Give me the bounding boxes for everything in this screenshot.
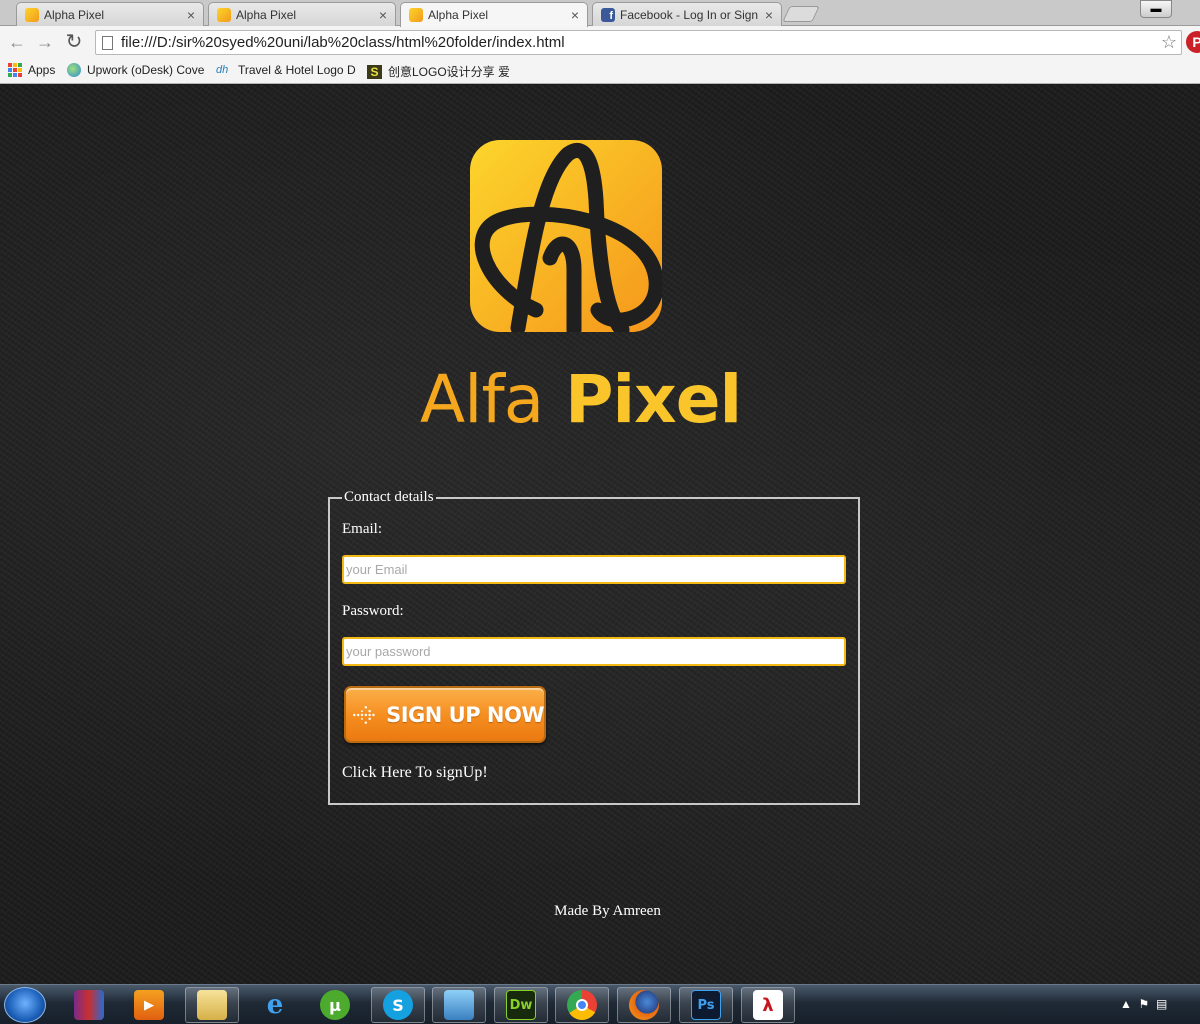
taskbar-chrome[interactable] [555,987,609,1023]
bookmark-logo-design[interactable]: S 创意LOGO设计分享 爱 [367,63,510,80]
taskbar-acrobat[interactable]: λ [741,987,795,1023]
taskbar-internet-explorer[interactable]: e [248,987,302,1023]
taskbar-media-player[interactable]: ▶ [122,987,176,1023]
photo-viewer-icon [444,990,474,1020]
tab-close-icon[interactable]: × [187,7,195,23]
brand-wordmark: Alfa Pixel [420,360,742,440]
tab-close-icon[interactable]: × [379,7,387,23]
tab-title: Alpha Pixel [44,7,105,22]
footer-credit: Made By Amreen [554,903,661,919]
tab-close-icon[interactable]: × [571,7,579,23]
forward-arrow-icon[interactable]: → [33,30,57,54]
taskbar-utorrent[interactable]: µ [308,987,362,1023]
tab-alpha-pixel-active[interactable]: Alpha Pixel × [400,2,588,27]
media-player-icon: ▶ [134,990,164,1020]
tab-strip: Alpha Pixel × Alpha Pixel × Alpha Pixel … [0,0,1200,27]
password-field[interactable] [342,637,846,666]
acrobat-icon: λ [753,990,783,1020]
bookmark-label: Apps [28,63,56,77]
bookmark-upwork[interactable]: Upwork (oDesk) Cove [67,63,204,77]
apps-grid-icon [8,63,22,77]
email-field[interactable] [342,555,846,584]
sign-up-now-button[interactable]: SIGN UP NOW [344,686,546,743]
photoshop-icon: Ps [691,990,721,1020]
sign-up-now-label: SIGN UP NOW [386,702,544,727]
winrar-icon [74,990,104,1020]
utorrent-icon: µ [320,990,350,1020]
sign-up-link[interactable]: Click Here To signUp! [342,764,488,782]
tab-facebook[interactable]: f Facebook - Log In or Sign × [592,2,782,26]
pinterest-extension-icon[interactable]: P [1186,31,1200,53]
taskbar-winrar[interactable] [62,987,116,1023]
bookmark-travel-hotel[interactable]: dh Travel & Hotel Logo D [216,63,356,77]
alpha-pixel-favicon-icon [409,8,423,22]
address-url: file:///D:/sir%20syed%20uni/lab%20class/… [121,34,565,51]
facebook-favicon-icon: f [601,7,615,22]
page-icon [102,35,113,50]
bookmark-star-icon[interactable]: ☆ [1161,32,1177,53]
bookmark-label: Travel & Hotel Logo D [238,63,356,77]
tab-title: Alpha Pixel [236,7,297,22]
alpha-pixel-favicon-icon [25,7,39,22]
bookmark-apps[interactable]: Apps [8,63,55,77]
page-content: Alfa Pixel Contact details Email: Passwo… [0,85,1200,984]
bookmark-label: Upwork (oDesk) Cove [87,63,205,77]
dh-icon: dh [216,64,229,76]
contact-details-fieldset: Contact details Email: Password: SIGN UP… [328,489,860,805]
bookmark-label: 创意LOGO设计分享 爱 [388,65,511,79]
system-tray[interactable]: ▲ ⚑ ▤ [1120,997,1167,1011]
new-tab-button[interactable] [782,6,820,22]
browser-toolbar: ← → ↻ file:///D:/sir%20syed%20uni/lab%20… [0,26,1200,58]
brand-word-alfa: Alfa [420,361,544,438]
alpha-pixel-favicon-icon [217,7,231,22]
dreamweaver-icon: Dw [506,990,536,1020]
email-label: Email: [342,521,382,537]
user-profile-button[interactable]: ▬ [1140,0,1172,18]
reload-icon[interactable]: ↻ [62,30,86,54]
windows-taskbar: ▶ e µ S Dw Ps λ ▲ ⚑ ▤ [0,984,1200,1024]
chrome-icon [567,990,597,1020]
address-bar[interactable]: file:///D:/sir%20syed%20uni/lab%20class/… [95,30,1182,55]
taskbar-file-explorer[interactable] [185,987,239,1023]
password-label: Password: [342,603,404,619]
tab-alpha-pixel-1[interactable]: Alpha Pixel × [16,2,204,26]
skype-icon: S [383,990,413,1020]
bookmarks-bar: Apps Upwork (oDesk) Cove dh Travel & Hot… [0,58,1200,84]
taskbar-photo-viewer[interactable] [432,987,486,1023]
s-icon: S [367,64,382,79]
folder-icon [197,990,227,1020]
fieldset-legend: Contact details [344,489,434,505]
back-arrow-icon[interactable]: ← [5,30,29,54]
tab-title: Facebook - Log In or Sign [620,7,759,22]
upwork-icon [67,63,81,77]
taskbar-dreamweaver[interactable]: Dw [494,987,548,1023]
arrow-dots-icon [353,705,375,724]
taskbar-skype[interactable]: S [371,987,425,1023]
tab-alpha-pixel-2[interactable]: Alpha Pixel × [208,2,396,26]
tab-close-icon[interactable]: × [765,7,773,23]
internet-explorer-icon: e [266,990,284,1020]
firefox-icon [629,990,659,1020]
taskbar-firefox[interactable] [617,987,671,1023]
tab-title: Alpha Pixel [428,8,489,22]
brand-word-pixel: Pixel [565,361,742,438]
taskbar-photoshop[interactable]: Ps [679,987,733,1023]
start-orb-icon[interactable] [4,987,46,1023]
alfa-pixel-logo-icon [470,140,662,332]
